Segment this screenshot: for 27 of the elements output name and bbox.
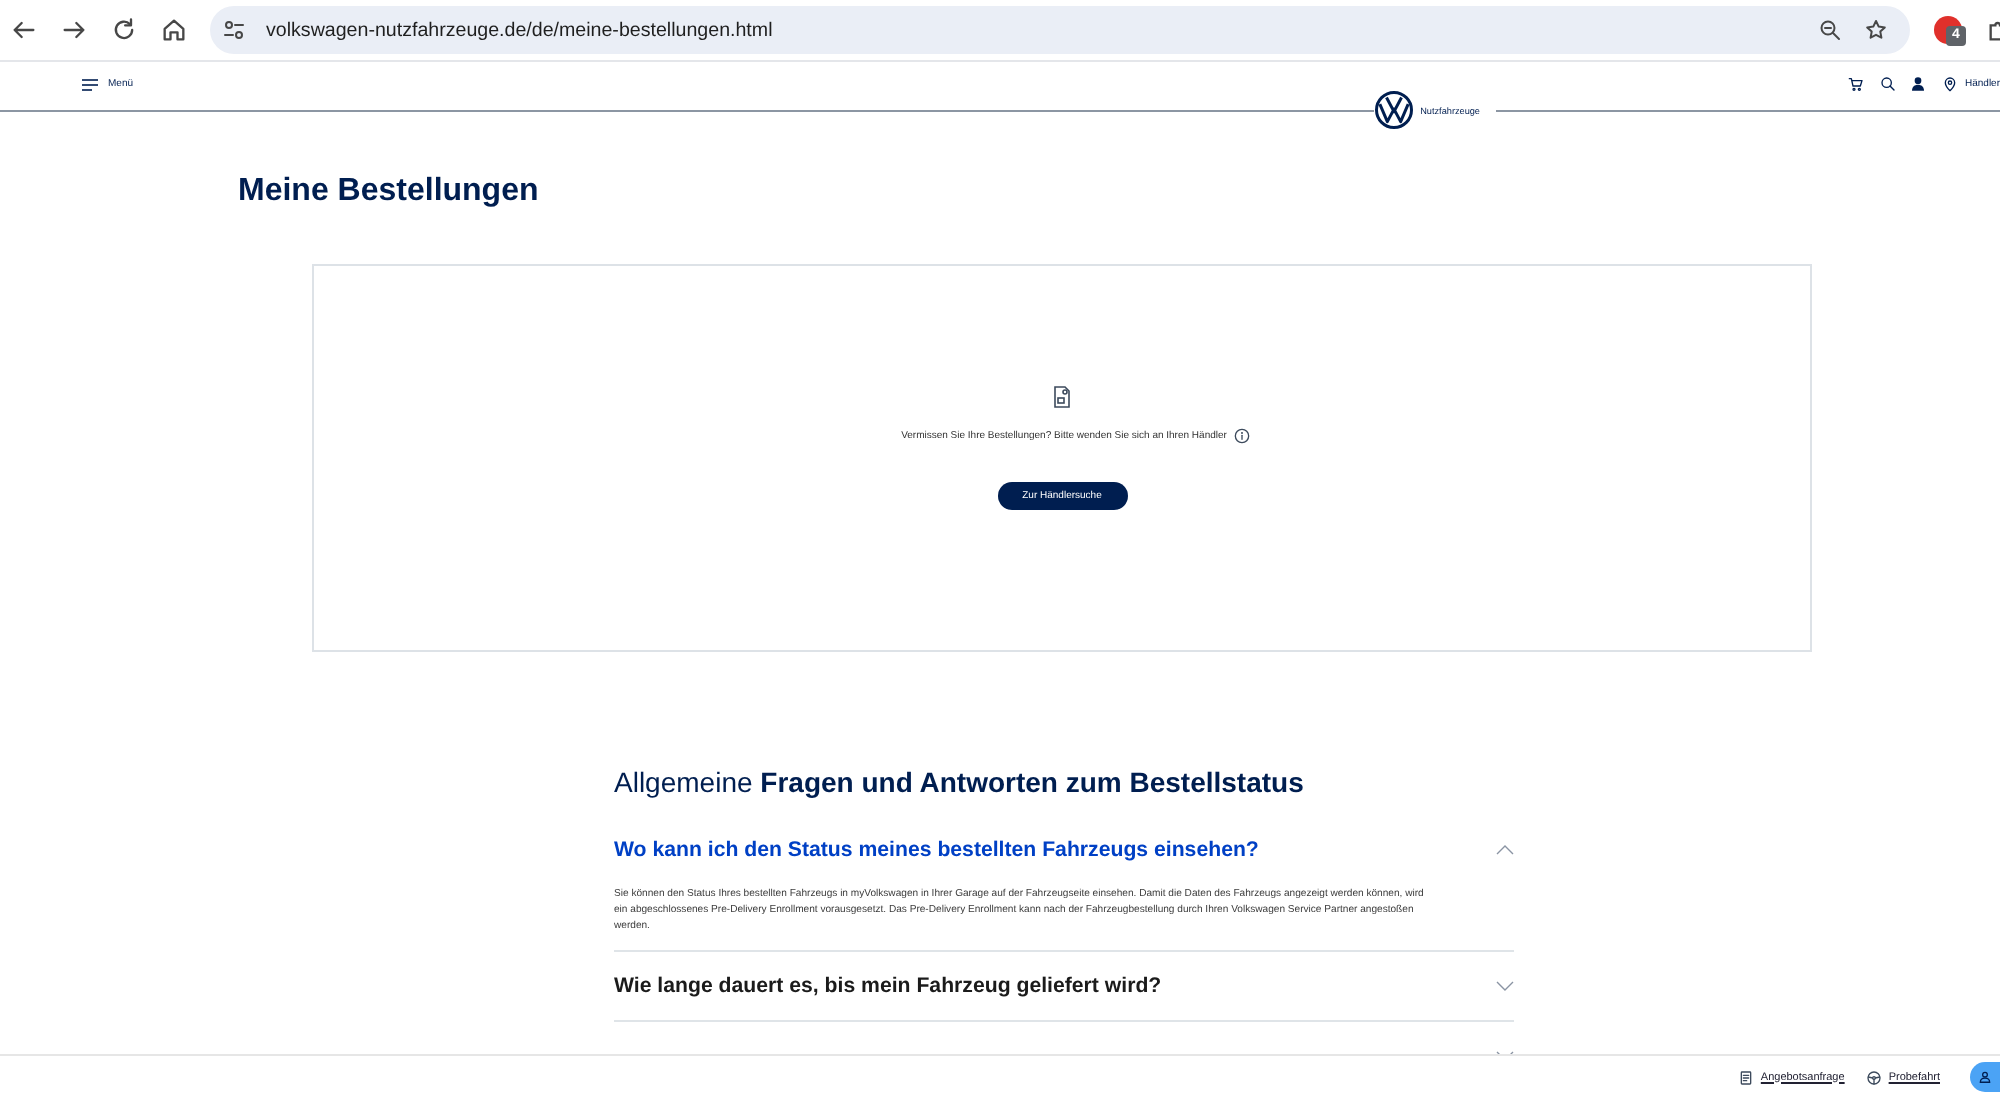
puzzle-icon[interactable] (1986, 16, 2000, 44)
back-icon[interactable] (10, 16, 38, 44)
search-icon[interactable] (1880, 76, 1897, 92)
page-title: Meine Bestellungen (238, 172, 539, 212)
hamburger-icon (82, 77, 98, 91)
document-icon (1052, 386, 1072, 408)
faq-heading: Allgemeine Fragen und Antworten zum Bestellstatus (614, 764, 1306, 802)
faq-question[interactable]: Wo kann ich den Status meines bestellten Fahrzeugs einsehen? (614, 836, 1259, 864)
location-pin-icon (1942, 76, 1959, 92)
steering-wheel-icon (1866, 1069, 1883, 1085)
forward-icon[interactable] (60, 16, 88, 44)
reload-icon[interactable] (110, 16, 138, 44)
cart-icon[interactable] (1848, 76, 1865, 92)
zoom-out-icon[interactable] (1818, 18, 1842, 42)
person-icon (1978, 1070, 1992, 1084)
address-bar[interactable]: volkswagen-nutzfahrzeuge.de/de/meine-bestellungen.html (210, 6, 1910, 54)
site-settings-icon[interactable] (222, 18, 246, 42)
home-icon[interactable] (160, 16, 188, 44)
info-icon[interactable] (1234, 428, 1251, 444)
document-icon (1738, 1069, 1755, 1085)
logo-icon[interactable] (1374, 90, 1415, 130)
star-icon[interactable] (1864, 18, 1888, 42)
person-icon[interactable] (1910, 76, 1927, 92)
chevron-up-icon[interactable] (1496, 844, 1514, 856)
chevron-down-icon[interactable] (1496, 980, 1514, 992)
faq-question[interactable]: Wie lange dauert es, bis mein Fahrzeug geliefert wird? (614, 972, 1162, 1000)
floating-button[interactable] (1970, 1062, 2000, 1092)
